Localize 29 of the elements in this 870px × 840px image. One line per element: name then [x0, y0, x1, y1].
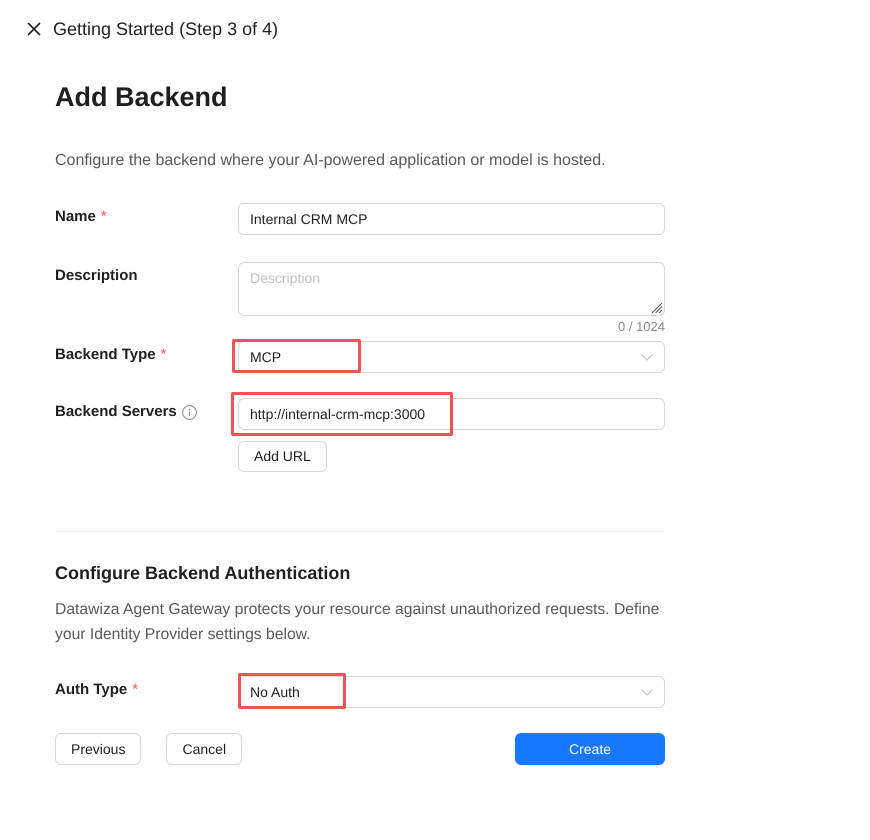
add-url-button[interactable]: Add URL	[238, 441, 327, 472]
chevron-down-icon	[641, 688, 653, 696]
required-mark: *	[132, 680, 138, 700]
field-label: Backend Servers	[55, 402, 177, 422]
select-dropdown[interactable]: No Auth	[238, 676, 665, 708]
wizard-title: Getting Started (Step 3 of 4)	[53, 18, 278, 40]
character-counter: 0 / 1024	[618, 318, 665, 336]
field-label: Auth Type	[55, 680, 128, 700]
close-icon[interactable]	[27, 22, 41, 36]
name-input[interactable]: Internal CRM MCP	[238, 203, 665, 235]
page-heading: Add Backend	[55, 81, 229, 113]
field-label: Backend Type	[55, 345, 156, 365]
secondary-button[interactable]: Previous	[55, 733, 142, 765]
secondary-button[interactable]: Cancel	[166, 733, 242, 765]
required-mark: *	[100, 207, 107, 227]
select-value: MCP	[250, 348, 282, 366]
chevron-down-icon	[641, 354, 653, 360]
select-dropdown[interactable]: MCP	[238, 341, 665, 373]
field-label: Name	[55, 207, 96, 227]
resize-handle-icon[interactable]	[652, 303, 662, 313]
field-label: Description	[55, 266, 138, 286]
page-description: Configure the backend where your AI-powered application or model is hosted.	[55, 151, 607, 171]
description-textarea[interactable]: Description	[238, 262, 665, 316]
section-description: Datawiza Agent Gateway protects your resource against unauthorized requests. Define your Identity Provider settings below.	[55, 600, 660, 645]
primary-button[interactable]: Create	[515, 733, 665, 765]
url-input[interactable]: http://internal-crm-mcp:3000	[238, 398, 665, 430]
required-mark: *	[160, 345, 166, 365]
section-heading: Configure Backend Authentication	[55, 562, 352, 585]
select-value: No Auth	[250, 682, 300, 702]
